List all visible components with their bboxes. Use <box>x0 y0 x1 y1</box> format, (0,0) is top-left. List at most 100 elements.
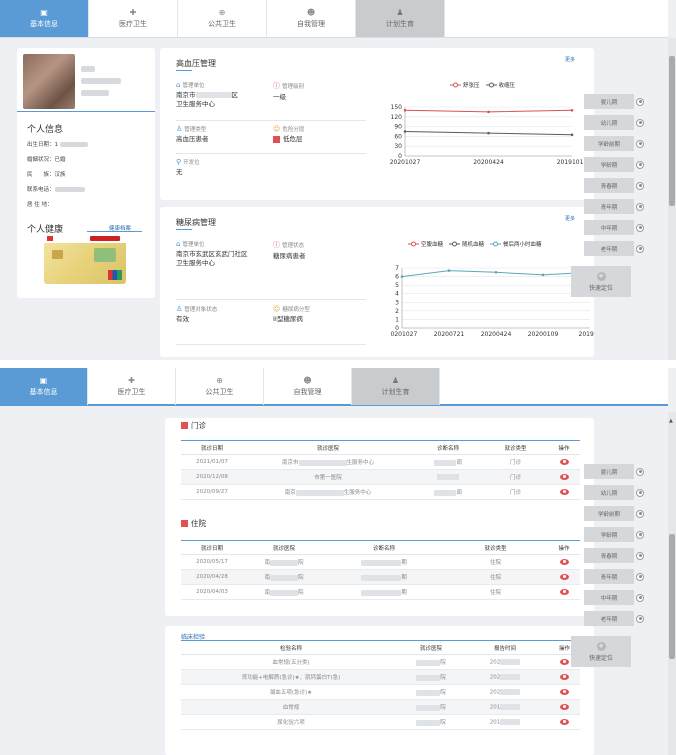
quick-nav-item[interactable]: 幼儿期 <box>584 485 634 500</box>
data-point[interactable] <box>487 131 490 135</box>
table-row[interactable]: 血常规院 201 <box>181 699 580 715</box>
radio-dot-icon[interactable] <box>636 572 644 581</box>
data-point[interactable] <box>403 130 407 133</box>
quick-nav-item[interactable]: 婴儿期 <box>584 464 634 479</box>
radio-dot-icon[interactable] <box>636 244 644 253</box>
table-row[interactable]: 血常规(五分类) 院 202 <box>181 654 580 670</box>
radio-dot-icon[interactable] <box>636 181 644 190</box>
quick-nav-item[interactable]: 幼儿期 <box>584 115 634 130</box>
tab-medical[interactable]: ✚ 医疗卫生 <box>88 368 176 405</box>
table-row[interactable]: 2021/01/07 南京市 生服务中心调门诊 <box>181 454 580 470</box>
radio-dot-icon[interactable] <box>636 160 644 169</box>
scrollbar-thumb[interactable] <box>669 56 675 206</box>
tab-family-planning[interactable]: ♟ 计划生育 <box>352 368 440 405</box>
data-point[interactable] <box>487 110 490 114</box>
quick-nav-item[interactable]: 青春期 <box>584 178 634 193</box>
scrollbar[interactable]: ▲ <box>668 412 676 755</box>
hospital-cell: 南院 <box>243 569 325 585</box>
tab-basic-info[interactable]: ▣ 基本信息 <box>0 0 89 37</box>
table-row[interactable]: 2020/09/27 南京 生服务中心调门诊 <box>181 484 580 500</box>
quick-nav-item[interactable]: 青年期 <box>584 569 634 584</box>
tab-public-health[interactable]: ⊕ 公共卫生 <box>178 0 267 37</box>
scrollbar-thumb[interactable] <box>669 534 675 659</box>
col-header: 就诊类型 <box>483 440 548 455</box>
eye-icon[interactable] <box>559 558 569 565</box>
radio-dot-icon[interactable] <box>636 202 644 211</box>
eye-icon[interactable] <box>560 718 569 725</box>
data-point[interactable] <box>494 270 498 274</box>
quick-locate-button[interactable]: + 快速定位 <box>571 636 631 667</box>
radio-dot-icon[interactable] <box>636 488 644 497</box>
eye-icon[interactable] <box>560 688 569 695</box>
table-row[interactable]: 2020/05/17 南院期住院 <box>181 554 580 570</box>
quick-nav-item[interactable]: 学龄前期 <box>584 506 634 521</box>
quick-nav-item[interactable]: 中年期 <box>584 220 634 235</box>
quick-nav-item[interactable]: 婴儿期 <box>584 94 634 109</box>
alert-circle-icon: ⓘ <box>273 82 280 90</box>
y-tick-label: 2 <box>395 308 399 315</box>
radio-dot-icon[interactable] <box>636 530 644 539</box>
outpatient-table: 就诊日期 就诊医院 诊断名称 就诊类型 操作 2021/01/07 南京市 生服务中… <box>181 440 580 500</box>
tab-medical[interactable]: ✚ 医疗卫生 <box>89 0 178 37</box>
eye-icon[interactable] <box>559 573 569 580</box>
data-point[interactable] <box>400 275 404 278</box>
eye-icon[interactable] <box>559 588 569 595</box>
quick-nav-item[interactable]: 中年期 <box>584 590 634 605</box>
scrollbar[interactable] <box>668 38 676 360</box>
quick-nav-item[interactable]: 青年期 <box>584 199 634 214</box>
tab-self-management[interactable]: ☻ 自我管理 <box>267 0 356 37</box>
table-row[interactable]: 凝血五项(急诊)★ 院 202 <box>181 684 580 700</box>
quick-nav-item[interactable]: 学龄前期 <box>584 136 634 151</box>
radio-dot-icon[interactable] <box>636 118 644 127</box>
col-header: 就诊医院 <box>401 640 461 655</box>
exam-name: 尿化验六项 <box>181 714 401 730</box>
eye-icon[interactable] <box>559 473 569 480</box>
hospital-cell: 南院 <box>243 584 325 600</box>
diabetes-status-field: ⓘ 管理状态 糖尿病患者 <box>273 241 306 260</box>
diabetes-more-link[interactable]: 更多 <box>565 215 575 222</box>
visit-date: 2020/05/17 <box>181 554 243 570</box>
radio-dot-icon[interactable] <box>636 551 644 560</box>
eye-icon[interactable] <box>559 488 569 495</box>
quick-locate-button[interactable]: + 快速定位 <box>571 266 631 297</box>
table-row[interactable]: 肾功能+电解质(急诊)★、肌钙蛋白T(急) 院 202 <box>181 669 580 685</box>
radio-dot-icon[interactable] <box>636 509 644 518</box>
management-level-field: ⓘ 管理级别 一级 <box>273 82 305 101</box>
data-point[interactable] <box>541 273 545 277</box>
eye-icon[interactable] <box>559 458 569 465</box>
col-header: 诊断名称 <box>413 440 483 455</box>
eye-icon[interactable] <box>560 673 569 680</box>
risk-color-swatch <box>273 135 280 143</box>
tab-self-management[interactable]: ☻ 自我管理 <box>264 368 352 405</box>
tab-basic-info[interactable]: ▣ 基本信息 <box>0 368 88 405</box>
data-point[interactable] <box>570 108 574 112</box>
radio-dot-icon[interactable] <box>636 97 644 106</box>
radio-dot-icon[interactable] <box>636 223 644 232</box>
table-row[interactable]: 2020/12/08 市第一医院 门诊 <box>181 469 580 485</box>
eye-icon[interactable] <box>560 658 569 665</box>
radio-dot-icon[interactable] <box>636 467 644 476</box>
tab-public-health[interactable]: ⊕ 公共卫生 <box>176 368 264 405</box>
radio-dot-icon[interactable] <box>636 139 644 148</box>
data-point[interactable] <box>447 269 451 272</box>
scroll-up-arrow-icon[interactable]: ▲ <box>669 418 673 424</box>
quick-nav-item[interactable]: 老年期 <box>584 241 634 256</box>
data-point[interactable] <box>403 108 407 112</box>
quick-nav-item[interactable]: 老年期 <box>584 611 634 626</box>
col-header: 就诊医院 <box>243 540 325 555</box>
plus-icon: + <box>596 271 606 281</box>
radio-dot-icon[interactable] <box>636 614 644 623</box>
tab-family-planning[interactable]: ♟ 计划生育 <box>356 0 445 37</box>
hypertension-more-link[interactable]: 更多 <box>565 56 575 63</box>
person-icon: ♟ <box>396 8 404 17</box>
table-row[interactable]: 2020/04/28 南院期住院 <box>181 569 580 585</box>
quick-nav-item[interactable]: 学龄期 <box>584 527 634 542</box>
quick-nav-item[interactable]: 学龄期 <box>584 157 634 172</box>
data-point[interactable] <box>570 133 574 137</box>
col-header: 检验名称 <box>181 640 401 655</box>
table-row[interactable]: 尿化验六项院 201 <box>181 714 580 730</box>
eye-icon[interactable] <box>560 703 569 710</box>
table-row[interactable]: 2020/04/03 南院期住院 <box>181 584 580 600</box>
quick-nav-item[interactable]: 青春期 <box>584 548 634 563</box>
radio-dot-icon[interactable] <box>636 593 644 602</box>
